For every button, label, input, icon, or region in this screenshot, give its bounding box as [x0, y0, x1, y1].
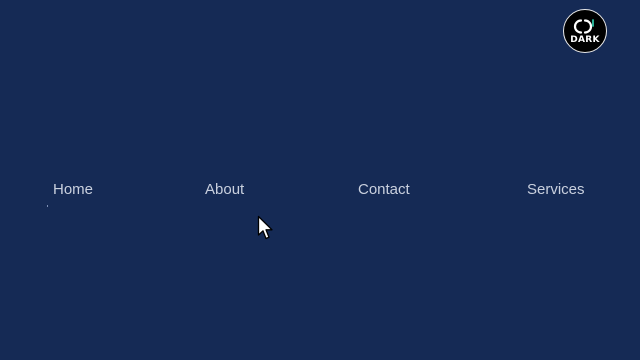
page-canvas: DARK Home About Contact Services	[0, 0, 640, 360]
logo-text: DARK	[570, 35, 600, 45]
brand-logo[interactable]: DARK	[563, 9, 607, 53]
nav-item-about[interactable]: About	[205, 178, 244, 202]
nav-item-home[interactable]: Home	[53, 178, 93, 202]
nav-active-indicator	[47, 205, 48, 207]
nav-item-contact[interactable]: Contact	[358, 178, 410, 202]
main-navigation: Home About Contact Services	[0, 178, 640, 202]
cd-logo-icon	[573, 19, 594, 34]
arrow-cursor-icon	[257, 215, 273, 240]
nav-item-services[interactable]: Services	[527, 178, 585, 202]
